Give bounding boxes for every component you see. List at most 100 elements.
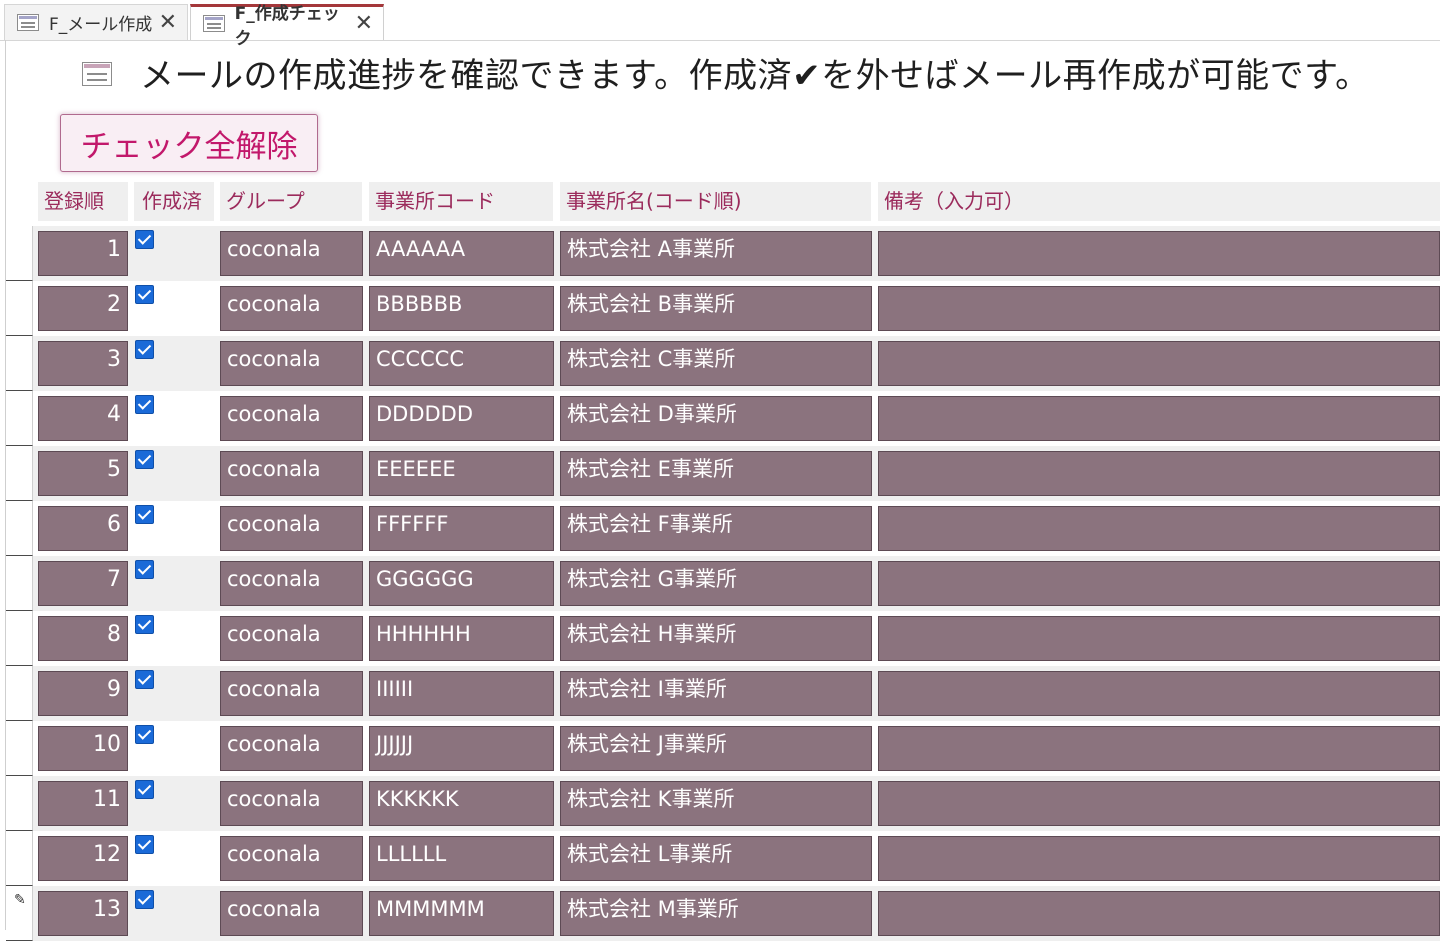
created-checkbox[interactable] [135, 395, 154, 414]
office-code-cell[interactable]: JJJJJJ [369, 726, 554, 771]
group-cell[interactable]: coconala [220, 451, 363, 496]
office-code-cell[interactable]: GGGGGG [369, 561, 554, 606]
office-code-cell[interactable]: LLLLLL [369, 836, 554, 881]
record-selector[interactable] [6, 556, 33, 611]
office-code-cell[interactable]: MMMMMM [369, 891, 554, 936]
record-selector[interactable] [6, 391, 33, 446]
group-cell[interactable]: coconala [220, 286, 363, 331]
created-checkbox[interactable] [135, 505, 154, 524]
office-code-cell[interactable]: EEEEEE [369, 451, 554, 496]
office-code-cell[interactable]: AAAAAA [369, 231, 554, 276]
office-code-cell[interactable]: FFFFFF [369, 506, 554, 551]
created-checkbox[interactable] [135, 560, 154, 579]
group-cell[interactable]: coconala [220, 561, 363, 606]
close-icon[interactable]: ✕ [159, 11, 177, 34]
created-checkbox[interactable] [135, 340, 154, 359]
order-cell[interactable]: 1 [38, 231, 128, 276]
uncheck-all-button[interactable]: チェック全解除 [60, 114, 318, 172]
office-code-cell[interactable]: KKKKKK [369, 781, 554, 826]
office-name-cell[interactable]: 株式会社 M事業所 [560, 891, 872, 936]
created-checkbox[interactable] [135, 835, 154, 854]
record-selector[interactable] [6, 721, 33, 776]
remarks-cell[interactable] [878, 726, 1440, 771]
office-name-cell[interactable]: 株式会社 I事業所 [560, 671, 872, 716]
created-checkbox[interactable] [135, 285, 154, 304]
order-cell[interactable]: 6 [38, 506, 128, 551]
group-cell[interactable]: coconala [220, 671, 363, 716]
group-cell[interactable]: coconala [220, 341, 363, 386]
order-cell[interactable]: 12 [38, 836, 128, 881]
tab-create-check[interactable]: F_作成チェック ✕ [190, 4, 384, 49]
created-checkbox[interactable] [135, 725, 154, 744]
office-code-cell[interactable]: DDDDDD [369, 396, 554, 441]
remarks-cell[interactable] [878, 891, 1440, 936]
table-row[interactable]: 9 coconala IIIIII 株式会社 I事業所 [6, 666, 1440, 721]
group-cell[interactable]: coconala [220, 726, 363, 771]
order-cell[interactable]: 11 [38, 781, 128, 826]
remarks-cell[interactable] [878, 836, 1440, 881]
record-selector[interactable] [6, 336, 33, 391]
office-code-cell[interactable]: BBBBBB [369, 286, 554, 331]
office-code-cell[interactable]: CCCCCC [369, 341, 554, 386]
office-code-cell[interactable]: HHHHHH [369, 616, 554, 661]
table-row[interactable]: 3 coconala CCCCCC 株式会社 C事業所 [6, 336, 1440, 391]
office-name-cell[interactable]: 株式会社 F事業所 [560, 506, 872, 551]
table-row[interactable]: 11 coconala KKKKKK 株式会社 K事業所 [6, 776, 1440, 831]
group-cell[interactable]: coconala [220, 781, 363, 826]
table-row[interactable]: 10 coconala JJJJJJ 株式会社 J事業所 [6, 721, 1440, 776]
office-name-cell[interactable]: 株式会社 J事業所 [560, 726, 872, 771]
group-cell[interactable]: coconala [220, 616, 363, 661]
close-icon[interactable]: ✕ [355, 12, 373, 35]
office-code-cell[interactable]: IIIIII [369, 671, 554, 716]
created-checkbox[interactable] [135, 670, 154, 689]
record-selector[interactable] [6, 831, 33, 886]
table-row[interactable]: 5 coconala EEEEEE 株式会社 E事業所 [6, 446, 1440, 501]
record-selector[interactable] [6, 226, 33, 281]
office-name-cell[interactable]: 株式会社 L事業所 [560, 836, 872, 881]
table-row[interactable]: 8 coconala HHHHHH 株式会社 H事業所 [6, 611, 1440, 666]
remarks-cell[interactable] [878, 286, 1440, 331]
tab-mail-create[interactable]: F_メール作成 ✕ [4, 4, 188, 40]
remarks-cell[interactable] [878, 561, 1440, 606]
table-row[interactable]: 12 coconala LLLLLL 株式会社 L事業所 [6, 831, 1440, 886]
created-checkbox[interactable] [135, 450, 154, 469]
created-checkbox[interactable] [135, 230, 154, 249]
group-cell[interactable]: coconala [220, 396, 363, 441]
remarks-cell[interactable] [878, 781, 1440, 826]
record-selector[interactable] [6, 446, 33, 501]
record-selector[interactable] [6, 666, 33, 721]
table-row[interactable]: 4 coconala DDDDDD 株式会社 D事業所 [6, 391, 1440, 446]
table-row[interactable]: 6 coconala FFFFFF 株式会社 F事業所 [6, 501, 1440, 556]
order-cell[interactable]: 4 [38, 396, 128, 441]
office-name-cell[interactable]: 株式会社 A事業所 [560, 231, 872, 276]
table-row[interactable]: 7 coconala GGGGGG 株式会社 G事業所 [6, 556, 1440, 611]
order-cell[interactable]: 3 [38, 341, 128, 386]
office-name-cell[interactable]: 株式会社 K事業所 [560, 781, 872, 826]
office-name-cell[interactable]: 株式会社 D事業所 [560, 396, 872, 441]
group-cell[interactable]: coconala [220, 891, 363, 936]
record-selector[interactable] [6, 281, 33, 336]
office-name-cell[interactable]: 株式会社 H事業所 [560, 616, 872, 661]
office-name-cell[interactable]: 株式会社 C事業所 [560, 341, 872, 386]
record-selector[interactable] [6, 501, 33, 556]
office-name-cell[interactable]: 株式会社 E事業所 [560, 451, 872, 496]
remarks-cell[interactable] [878, 231, 1440, 276]
order-cell[interactable]: 7 [38, 561, 128, 606]
table-row[interactable]: ✎ 13 coconala MMMMMM 株式会社 M事業所 [6, 886, 1440, 941]
record-selector[interactable] [6, 611, 33, 666]
remarks-cell[interactable] [878, 396, 1440, 441]
remarks-cell[interactable] [878, 341, 1440, 386]
table-row[interactable]: 1 coconala AAAAAA 株式会社 A事業所 [6, 226, 1440, 281]
created-checkbox[interactable] [135, 615, 154, 634]
remarks-cell[interactable] [878, 451, 1440, 496]
office-name-cell[interactable]: 株式会社 B事業所 [560, 286, 872, 331]
remarks-cell[interactable] [878, 671, 1440, 716]
order-cell[interactable]: 10 [38, 726, 128, 771]
office-name-cell[interactable]: 株式会社 G事業所 [560, 561, 872, 606]
record-selector[interactable] [6, 776, 33, 831]
order-cell[interactable]: 8 [38, 616, 128, 661]
table-row[interactable]: 2 coconala BBBBBB 株式会社 B事業所 [6, 281, 1440, 336]
order-cell[interactable]: 5 [38, 451, 128, 496]
record-selector[interactable]: ✎ [6, 886, 33, 941]
created-checkbox[interactable] [135, 780, 154, 799]
